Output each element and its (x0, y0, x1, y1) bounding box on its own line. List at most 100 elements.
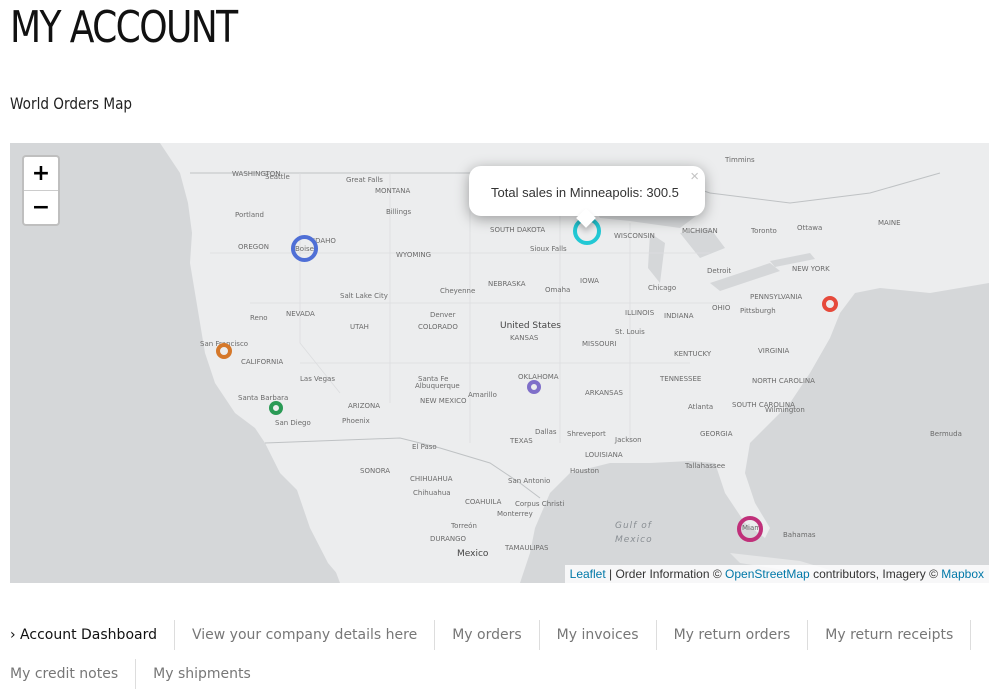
svg-text:NEBRASKA: NEBRASKA (488, 280, 526, 288)
svg-text:CHIHUAHUA: CHIHUAHUA (410, 475, 453, 483)
svg-text:Wilmington: Wilmington (765, 406, 805, 414)
svg-text:WYOMING: WYOMING (396, 251, 431, 259)
svg-text:Atlanta: Atlanta (688, 403, 713, 411)
svg-text:Ottawa: Ottawa (797, 224, 822, 232)
nav-row-1: › Account Dashboard View your company de… (0, 620, 1008, 650)
svg-text:OHIO: OHIO (712, 304, 731, 312)
svg-text:Seattle: Seattle (265, 173, 290, 181)
svg-text:Phoenix: Phoenix (342, 417, 370, 425)
map-attribution: Leaflet | Order Information © OpenStreet… (564, 565, 989, 583)
nav-my-credit-notes[interactable]: My credit notes (0, 659, 137, 689)
svg-text:TEXAS: TEXAS (509, 437, 533, 445)
svg-text:Great Falls: Great Falls (346, 176, 383, 184)
svg-text:NEW YORK: NEW YORK (792, 265, 830, 273)
popup-close-icon[interactable]: × (690, 168, 699, 185)
svg-text:San Diego: San Diego (275, 419, 311, 427)
nav-row-2: My credit notes My shipments (0, 659, 1008, 689)
svg-text:Billings: Billings (386, 208, 411, 216)
svg-text:Bermuda: Bermuda (930, 430, 962, 438)
svg-text:NEW MEXICO: NEW MEXICO (420, 397, 467, 405)
nav-my-invoices[interactable]: My invoices (540, 620, 657, 650)
svg-text:NEVADA: NEVADA (286, 310, 315, 318)
svg-text:DURANGO: DURANGO (430, 535, 467, 543)
openstreetmap-link[interactable]: OpenStreetMap (725, 567, 810, 581)
marker-boise[interactable] (291, 235, 318, 262)
page-title: MY ACCOUNT (10, 2, 238, 53)
svg-text:St. Louis: St. Louis (615, 328, 645, 336)
svg-text:ARKANSAS: ARKANSAS (585, 389, 624, 397)
svg-text:Monterrey: Monterrey (497, 510, 533, 518)
svg-text:Santa Fe: Santa Fe (418, 375, 448, 383)
svg-text:MAINE: MAINE (878, 219, 901, 227)
svg-text:INDIANA: INDIANA (664, 312, 694, 320)
svg-text:Las Vegas: Las Vegas (300, 375, 335, 383)
svg-text:SOUTH DAKOTA: SOUTH DAKOTA (490, 226, 545, 234)
svg-text:MONTANA: MONTANA (375, 187, 411, 195)
svg-text:Santa Barbara: Santa Barbara (238, 394, 288, 402)
svg-text:WISCONSIN: WISCONSIN (614, 232, 655, 240)
svg-text:NORTH CAROLINA: NORTH CAROLINA (752, 377, 815, 385)
svg-text:Corpus Christi: Corpus Christi (515, 500, 564, 508)
svg-text:El Paso: El Paso (412, 443, 437, 451)
svg-text:LOUISIANA: LOUISIANA (585, 451, 623, 459)
mapbox-link[interactable]: Mapbox (941, 567, 984, 581)
svg-text:Timmins: Timmins (724, 156, 755, 164)
label-gulf-2: Mexico (615, 535, 653, 545)
svg-text:Portland: Portland (235, 211, 264, 219)
svg-text:CALIFORNIA: CALIFORNIA (241, 358, 283, 366)
svg-text:Amarillo: Amarillo (468, 391, 497, 399)
svg-text:Tallahassee: Tallahassee (684, 462, 725, 470)
zoom-control: + − (22, 155, 60, 226)
svg-text:UTAH: UTAH (350, 323, 369, 331)
svg-text:ARIZONA: ARIZONA (348, 402, 380, 410)
svg-text:Albuquerque: Albuquerque (415, 382, 460, 390)
marker-new-york[interactable] (822, 296, 838, 312)
svg-text:COAHUILA: COAHUILA (465, 498, 502, 506)
account-navigation: › Account Dashboard View your company de… (0, 620, 1008, 698)
svg-text:Cheyenne: Cheyenne (440, 287, 475, 295)
leaflet-link[interactable]: Leaflet (570, 567, 606, 581)
svg-text:Bahamas: Bahamas (783, 531, 816, 539)
section-title: World Orders Map (10, 94, 133, 113)
svg-text:MICHIGAN: MICHIGAN (682, 227, 718, 235)
svg-text:Toronto: Toronto (750, 227, 777, 235)
world-orders-map[interactable]: United States Mexico Gulf of Mexico Baha… (10, 143, 989, 583)
svg-text:Omaha: Omaha (545, 286, 570, 294)
nav-my-shipments[interactable]: My shipments (136, 659, 268, 689)
svg-text:Pittsburgh: Pittsburgh (740, 307, 776, 315)
svg-text:Torreón: Torreón (450, 522, 477, 530)
svg-text:IOWA: IOWA (580, 277, 599, 285)
svg-text:Jackson: Jackson (614, 436, 642, 444)
marker-san-francisco[interactable] (216, 343, 232, 359)
label-united-states: United States (500, 321, 561, 331)
svg-text:Salt Lake City: Salt Lake City (340, 292, 388, 300)
nav-my-orders[interactable]: My orders (435, 620, 540, 650)
svg-text:TAMAULIPAS: TAMAULIPAS (504, 544, 549, 552)
svg-text:SONORA: SONORA (360, 467, 390, 475)
svg-text:ILLINOIS: ILLINOIS (625, 309, 655, 317)
svg-text:COLORADO: COLORADO (418, 323, 458, 331)
label-gulf-1: Gulf of (615, 521, 653, 531)
nav-company-details[interactable]: View your company details here (175, 620, 436, 650)
svg-text:VIRGINIA: VIRGINIA (758, 347, 790, 355)
svg-text:TENNESSEE: TENNESSEE (659, 375, 701, 383)
marker-miami[interactable] (737, 516, 763, 542)
svg-text:OKLAHOMA: OKLAHOMA (518, 373, 559, 381)
nav-my-return-receipts[interactable]: My return receipts (808, 620, 972, 650)
svg-text:Houston: Houston (570, 467, 599, 475)
nav-my-return-orders[interactable]: My return orders (657, 620, 809, 650)
popup-text: Total sales in Minneapolis: 300.5 (491, 185, 679, 200)
marker-oklahoma-city[interactable] (527, 380, 541, 394)
zoom-in-button[interactable]: + (24, 157, 58, 190)
nav-account-dashboard[interactable]: › Account Dashboard (0, 620, 175, 650)
map-popup: Total sales in Minneapolis: 300.5 × (469, 166, 705, 228)
svg-text:Sioux Falls: Sioux Falls (530, 245, 567, 253)
label-mexico: Mexico (457, 549, 489, 559)
svg-text:Reno: Reno (250, 314, 268, 322)
svg-text:San Antonio: San Antonio (508, 477, 550, 485)
svg-text:Chicago: Chicago (648, 284, 676, 292)
marker-los-angeles[interactable] (269, 401, 283, 415)
zoom-out-button[interactable]: − (24, 190, 58, 224)
svg-text:Detroit: Detroit (707, 267, 731, 275)
svg-text:Denver: Denver (430, 311, 456, 319)
